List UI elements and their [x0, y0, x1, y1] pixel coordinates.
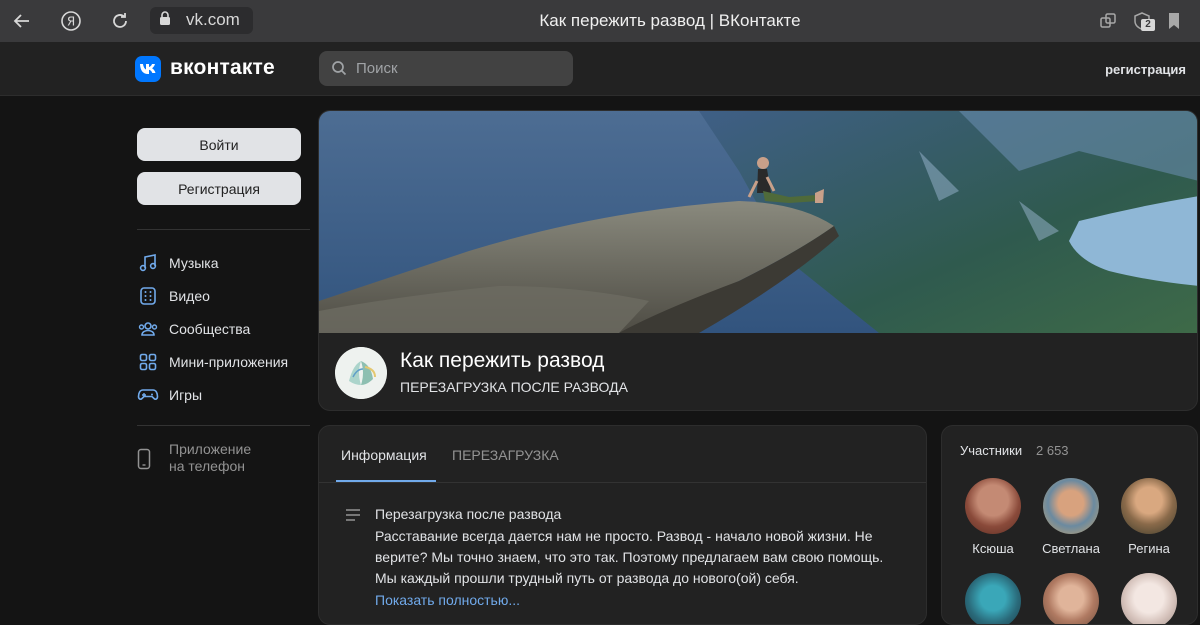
sidebar-item-label: Мини-приложения: [169, 354, 289, 370]
member-avatar: [1043, 573, 1099, 624]
login-button[interactable]: Войти: [137, 128, 301, 161]
phone-app-label-line1: Приложение: [169, 441, 252, 457]
member-avatar: [1121, 573, 1177, 624]
search-input[interactable]: Поиск: [319, 51, 573, 86]
group-subtitle: ПЕРЕЗАГРУЗКА ПОСЛЕ РАЗВОДА: [400, 379, 628, 395]
tabs-divider: [319, 482, 926, 483]
member-avatar: [1043, 478, 1099, 534]
sidebar-divider: [137, 229, 310, 230]
group-info-card: Информация ПЕРЕЗАГРУЗКА Перезагрузка пос…: [318, 425, 927, 625]
members-title[interactable]: Участники: [960, 443, 1022, 458]
protect-badge: 2: [1141, 19, 1155, 31]
video-icon: [137, 285, 159, 307]
register-link[interactable]: регистрация: [1105, 62, 1186, 77]
tab-information[interactable]: Информация: [341, 447, 427, 463]
register-button[interactable]: Регистрация: [137, 172, 301, 205]
member-item[interactable]: Ксюша: [954, 478, 1032, 556]
member-avatar: [1121, 478, 1177, 534]
phone-icon: [137, 441, 159, 475]
member-avatar: [965, 573, 1021, 624]
description-title: Перезагрузка после развода: [375, 506, 562, 522]
search-placeholder: Поиск: [356, 60, 398, 77]
member-avatar: [965, 478, 1021, 534]
sidebar-item-communities[interactable]: Сообщества: [137, 317, 250, 341]
vk-header: вконтакте Поиск регистрация: [0, 42, 1200, 96]
member-item[interactable]: Светлана: [1032, 478, 1110, 556]
members-card: Участники 2 653 Ксюша Светлана Регина: [941, 425, 1198, 625]
member-item[interactable]: Регина: [1110, 478, 1188, 556]
member-item[interactable]: [954, 573, 1032, 624]
description-text: Расставание всегда дается нам не просто.…: [375, 528, 884, 586]
music-icon: [137, 252, 159, 274]
bookmark-icon[interactable]: [1158, 0, 1190, 42]
search-icon: [331, 60, 347, 81]
cover-image: [319, 111, 1197, 333]
sidebar-divider: [137, 425, 310, 426]
phone-app-label-line2: на телефон: [169, 458, 245, 474]
browser-toolbar: Я vk.com Как пережить развод | ВКонтакте…: [0, 0, 1200, 42]
vk-logo-text[interactable]: вконтакте: [170, 56, 275, 80]
gamepad-icon: [137, 384, 159, 406]
member-name: Регина: [1128, 541, 1170, 556]
group-cover-card: Как пережить развод ПЕРЕЗАГРУЗКА ПОСЛЕ Р…: [318, 110, 1198, 411]
tab-title: Как пережить развод | ВКонтакте: [539, 11, 801, 30]
members-count: 2 653: [1036, 443, 1069, 458]
sidebar-item-label: Сообщества: [169, 321, 251, 337]
sidebar-item-phone-app[interactable]: Приложение на телефон: [137, 441, 251, 475]
member-item[interactable]: [1110, 573, 1188, 624]
sidebar-item-label: Видео: [169, 288, 210, 304]
sidebar-item-games[interactable]: Игры: [137, 383, 202, 407]
vk-logo-icon[interactable]: [135, 56, 161, 82]
group-title: Как пережить развод: [400, 349, 605, 372]
sidebar-item-label: Музыка: [169, 255, 219, 271]
member-name: Ксюша: [972, 541, 1014, 556]
description-lines-icon: [345, 508, 361, 527]
member-item[interactable]: [1032, 573, 1110, 624]
mini-apps-icon: [137, 351, 159, 373]
tab-reboot[interactable]: ПЕРЕЗАГРУЗКА: [452, 447, 559, 463]
communities-icon: [137, 318, 159, 340]
collections-icon[interactable]: [1092, 0, 1124, 42]
sidebar-item-music[interactable]: Музыка: [137, 251, 219, 275]
show-more-link[interactable]: Показать полностью...: [375, 592, 520, 608]
sidebar-item-label: Игры: [169, 387, 203, 403]
group-avatar[interactable]: [335, 347, 387, 399]
sidebar-item-video[interactable]: Видео: [137, 284, 210, 308]
sidebar-item-mini-apps[interactable]: Мини-приложения: [137, 350, 288, 374]
member-name: Светлана: [1042, 541, 1100, 556]
